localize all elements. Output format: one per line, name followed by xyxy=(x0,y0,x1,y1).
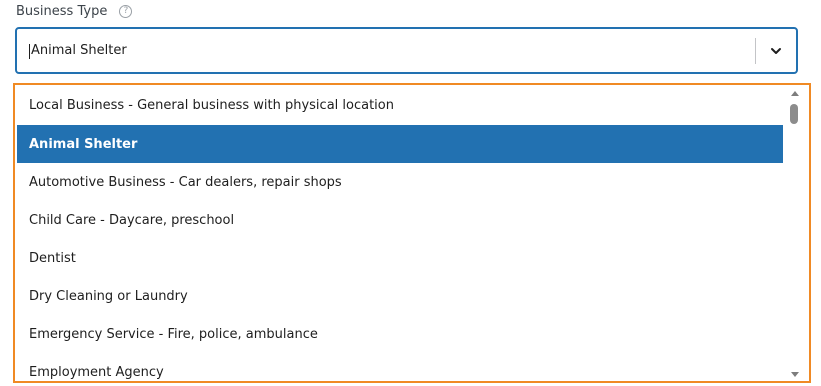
option-dry-cleaning[interactable]: Dry Cleaning or Laundry xyxy=(17,277,783,315)
scroll-down-arrow-icon[interactable] xyxy=(791,372,799,377)
option-emergency-service[interactable]: Emergency Service - Fire, police, ambula… xyxy=(17,315,783,353)
options-list: Local Business - General business with p… xyxy=(17,85,783,381)
indicator-separator xyxy=(755,38,756,64)
business-type-menu: Local Business - General business with p… xyxy=(13,83,811,383)
question-circle-icon[interactable]: ? xyxy=(119,4,133,18)
option-local-business[interactable]: Local Business - General business with p… xyxy=(17,85,783,125)
option-employment-agency[interactable]: Employment Agency xyxy=(17,353,783,381)
option-animal-shelter[interactable]: Animal Shelter xyxy=(17,125,783,163)
scrollbar-thumb[interactable] xyxy=(790,104,798,124)
scroll-up-arrow-icon[interactable] xyxy=(791,91,799,96)
menu-scrollbar[interactable] xyxy=(789,87,801,379)
business-type-label-row: Business Type ? xyxy=(16,2,133,20)
business-type-label: Business Type xyxy=(16,3,108,19)
business-type-input[interactable] xyxy=(29,29,729,72)
chevron-down-icon[interactable] xyxy=(770,45,782,57)
business-type-select[interactable] xyxy=(15,27,798,74)
option-child-care[interactable]: Child Care - Daycare, preschool xyxy=(17,201,783,239)
text-cursor xyxy=(29,44,30,59)
option-dentist[interactable]: Dentist xyxy=(17,239,783,277)
option-automotive-business[interactable]: Automotive Business - Car dealers, repai… xyxy=(17,163,783,201)
